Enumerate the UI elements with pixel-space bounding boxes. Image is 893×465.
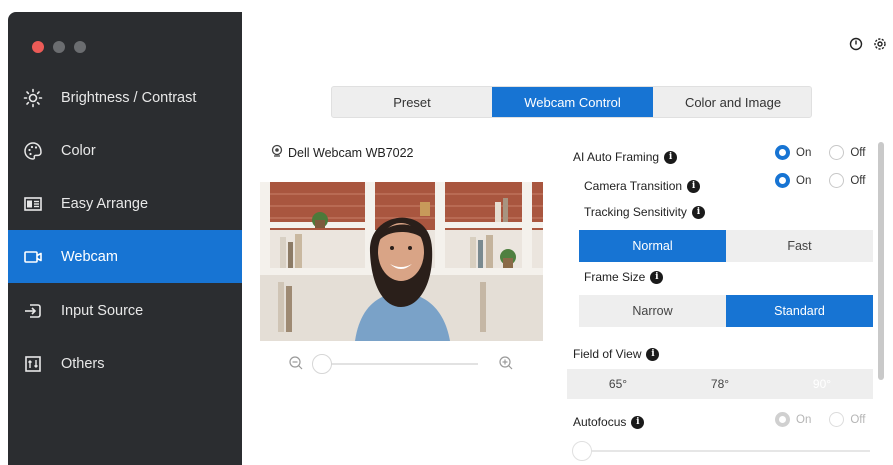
gear-icon[interactable] [873, 37, 887, 51]
sidebar-item-label: Brightness / Contrast [61, 89, 197, 106]
app-window: Brightness / Contrast Color Easy Arrange… [0, 0, 893, 465]
frame-size-segmented: Narrow Standard [579, 295, 873, 327]
zoom-thumb[interactable] [312, 354, 332, 374]
field-of-view-label: Field of View i [573, 347, 660, 361]
ai-auto-framing-off-radio[interactable] [829, 145, 845, 160]
tab-preset[interactable]: Preset [332, 87, 492, 117]
focus-slider-track[interactable] [580, 450, 870, 452]
tracking-normal-option[interactable]: Normal [579, 230, 726, 262]
sidebar-item-label: Color [61, 142, 96, 159]
camera-transition-radios: On Off [775, 173, 865, 188]
camera-transition-text: Camera Transition [584, 179, 683, 193]
frame-standard-option[interactable]: Standard [726, 295, 873, 327]
sidebar-item-input-source[interactable]: Input Source [8, 284, 242, 337]
zoom-out-icon[interactable] [288, 355, 304, 371]
ai-auto-framing-radios: On Off [775, 145, 865, 160]
webcam-preview [260, 182, 543, 341]
info-icon[interactable]: i [664, 150, 678, 164]
camera-title: Dell Webcam WB7022 [270, 144, 414, 161]
webcam-icon [23, 247, 43, 267]
power-icon[interactable] [849, 37, 863, 51]
others-icon [23, 354, 43, 374]
focus-slider-thumb[interactable] [572, 441, 592, 461]
sun-icon [23, 88, 43, 108]
zoom-track[interactable] [318, 363, 478, 365]
layout-icon [23, 194, 43, 214]
tracking-fast-option[interactable]: Fast [726, 230, 873, 262]
radio-label-off: Off [850, 174, 866, 187]
info-icon[interactable]: i [687, 179, 701, 193]
ai-auto-framing-text: AI Auto Framing [573, 150, 660, 164]
info-icon[interactable]: i [691, 205, 705, 219]
sidebar: Brightness / Contrast Color Easy Arrange… [8, 12, 242, 465]
radio-label-on: On [796, 146, 812, 159]
autofocus-radios: On Off [775, 412, 865, 427]
webcam-device-icon [270, 144, 284, 161]
sidebar-item-easy-arrange[interactable]: Easy Arrange [8, 177, 242, 230]
minimize-window-button[interactable] [53, 41, 65, 53]
zoom-slider [288, 353, 518, 374]
camera-transition-on-radio[interactable] [775, 173, 790, 188]
field-of-view-segmented: 65° 78° 90° [567, 369, 873, 399]
top-toolbar [849, 37, 887, 51]
fov-65-option[interactable]: 65° [567, 369, 669, 399]
sidebar-item-label: Input Source [61, 302, 144, 319]
sidebar-item-label: Easy Arrange [61, 195, 149, 212]
close-window-button[interactable] [32, 41, 44, 53]
radio-label-on: On [796, 174, 812, 187]
fov-90-option[interactable]: 90° [771, 369, 873, 399]
tracking-sensitivity-label: Tracking Sensitivity i [584, 205, 705, 219]
settings-scrollbar[interactable] [878, 142, 884, 380]
radio-label-off: Off [850, 413, 866, 426]
frame-size-text: Frame Size [584, 270, 646, 284]
info-icon[interactable]: i [650, 270, 664, 284]
autofocus-text: Autofocus [573, 415, 627, 429]
zoom-window-button[interactable] [74, 41, 86, 53]
camera-name: Dell Webcam WB7022 [288, 145, 414, 160]
sidebar-item-webcam[interactable]: Webcam [8, 230, 242, 283]
palette-icon [23, 141, 43, 161]
sidebar-item-brightness-contrast[interactable]: Brightness / Contrast [8, 71, 242, 124]
camera-transition-off-radio[interactable] [829, 173, 845, 188]
sidebar-item-label: Others [61, 355, 105, 372]
sidebar-item-label: Webcam [61, 248, 118, 265]
radio-label-off: Off [850, 146, 866, 159]
info-icon[interactable]: i [646, 347, 660, 361]
frame-size-label: Frame Size i [584, 270, 664, 284]
sidebar-item-others[interactable]: Others [8, 337, 242, 390]
info-icon[interactable]: i [631, 415, 645, 429]
tab-webcam-control[interactable]: Webcam Control [492, 87, 653, 117]
webcam-preview-image [260, 182, 543, 341]
zoom-in-icon[interactable] [498, 355, 514, 371]
input-icon [23, 301, 43, 321]
fov-78-option[interactable]: 78° [669, 369, 771, 399]
frame-narrow-option[interactable]: Narrow [579, 295, 726, 327]
sidebar-item-color[interactable]: Color [8, 124, 242, 177]
autofocus-on-radio[interactable] [775, 412, 790, 427]
tracking-sensitivity-segmented: Normal Fast [579, 230, 873, 262]
tracking-sensitivity-text: Tracking Sensitivity [584, 205, 687, 219]
tab-bar: Preset Webcam Control Color and Image [331, 86, 812, 118]
window-controls [32, 41, 86, 53]
ai-auto-framing-on-radio[interactable] [775, 145, 790, 160]
camera-transition-label: Camera Transition i [584, 179, 701, 193]
autofocus-off-radio[interactable] [829, 412, 845, 427]
field-of-view-text: Field of View [573, 347, 642, 361]
tab-color-and-image[interactable]: Color and Image [653, 87, 811, 117]
ai-auto-framing-label: AI Auto Framing i [573, 150, 678, 164]
radio-label-on: On [796, 413, 812, 426]
autofocus-label: Autofocus i [573, 415, 645, 429]
